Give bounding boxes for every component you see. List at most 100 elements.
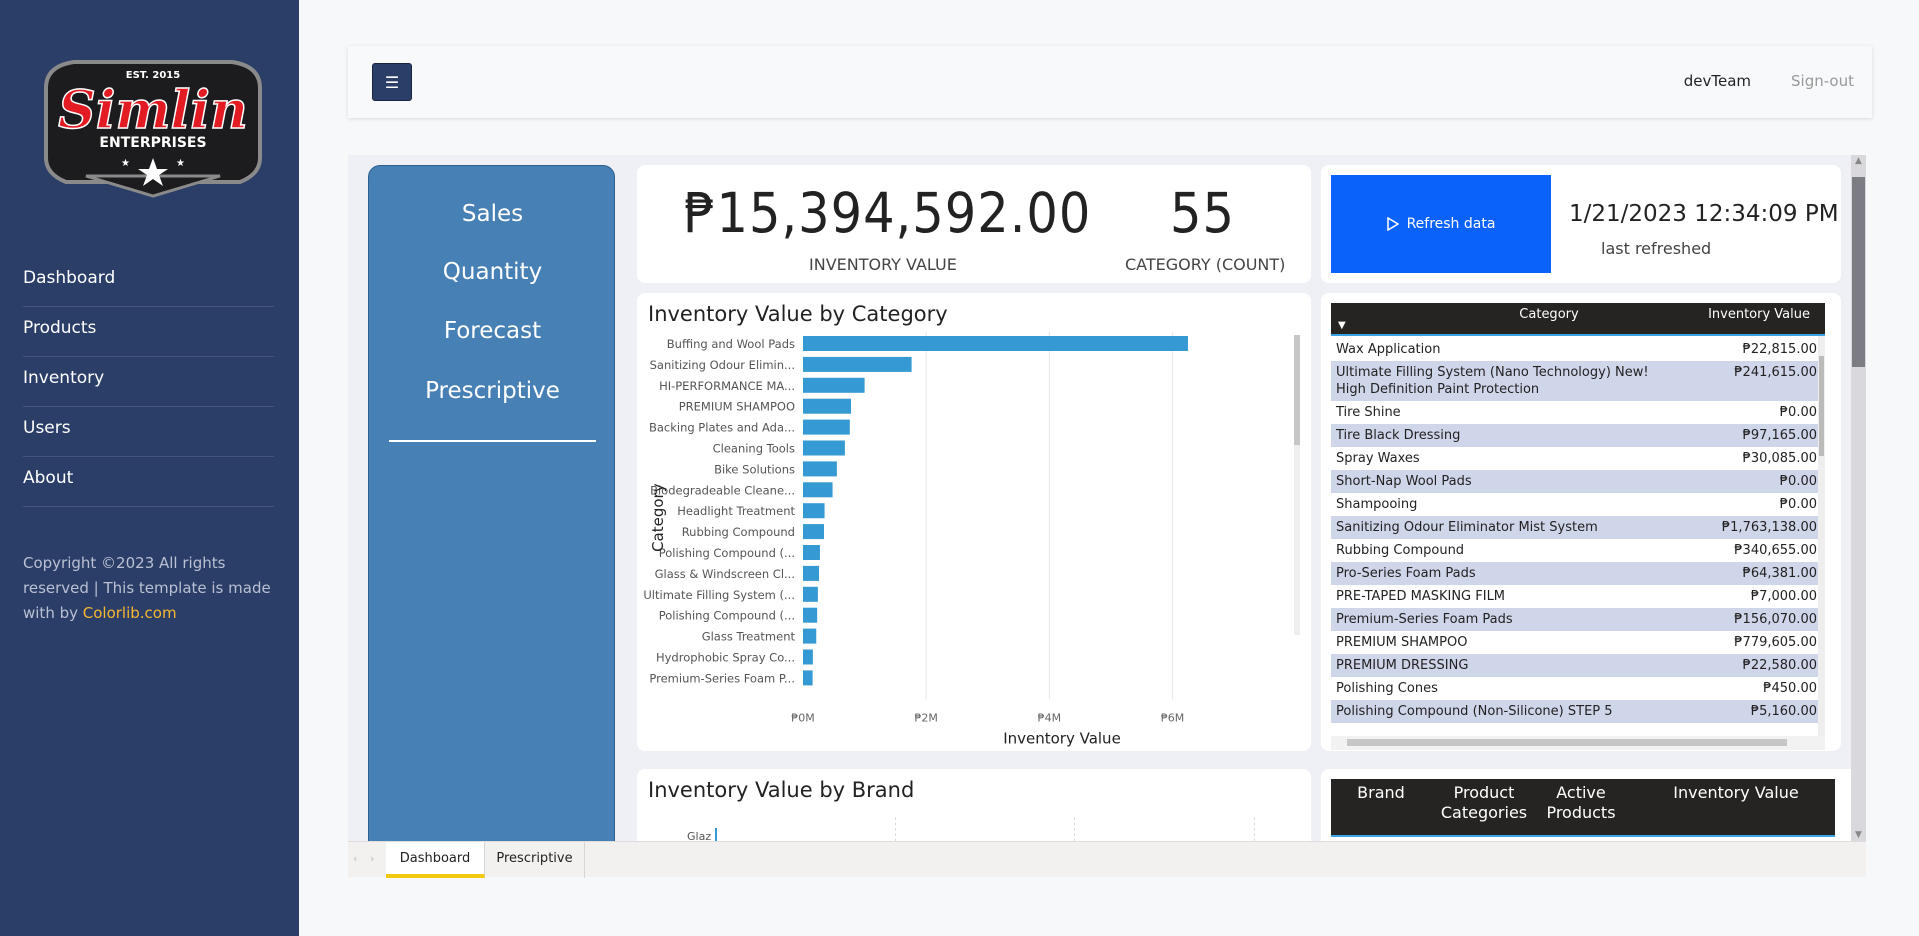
category-label: Premium-Series Foam P... [649,671,795,685]
header-brand-inventory-value[interactable]: Inventory Value [1671,783,1801,803]
table-row[interactable]: PREMIUM SHAMPOO ₱779,605.00 [1331,631,1825,654]
table-row[interactable]: Polishing Cones ₱450.00 [1331,677,1825,700]
sidebar-item-products[interactable]: Products [23,307,274,357]
next-page-icon[interactable]: › [370,852,374,865]
bar [803,461,837,477]
table-row[interactable]: Shampooing ₱0.00 [1331,493,1825,516]
table-row[interactable]: Wax Application ₱22,815.00 [1331,338,1825,361]
report-link-quantity[interactable]: Quantity [369,259,616,285]
table-row[interactable]: PREMIUM DRESSING ₱22,580.00 [1331,654,1825,677]
category-count-label: CATEGORY (COUNT) [1125,255,1286,274]
cell-inventory-value: ₱0.00 [1779,474,1817,489]
sort-down-icon[interactable]: ▼ [1338,320,1346,331]
sidebar-item-users[interactable]: Users [23,407,274,457]
table-row[interactable]: Short-Nap Wool Pads ₱0.00 [1331,470,1825,493]
brand-table-card: Brand Product Categories Active Products… [1321,769,1861,841]
category-label: Backing Plates and Ada... [649,421,795,435]
table-vertical-scrollbar[interactable] [1818,336,1825,736]
play-icon [1386,217,1399,231]
copyright: Copyright ©2023 All rights reserved | Th… [23,551,278,626]
table-row[interactable]: Ultimate Filling System (Nano Technology… [1331,361,1825,401]
category-label: Biodegradeable Cleane... [650,483,795,497]
signout-link[interactable]: Sign-out [1791,72,1854,90]
header-category[interactable]: Category [1451,307,1647,322]
colorlib-link[interactable]: Colorlib.com [83,604,177,622]
page-tab-prescriptive[interactable]: Prescriptive [485,842,585,878]
table-row[interactable]: PRE-TAPED MASKING FILM ₱7,000.00 [1331,585,1825,608]
category-label: Ultimate Filling System (... [643,588,795,602]
category-label: Buffing and Wool Pads [667,337,795,351]
table-row[interactable]: Sanitizing Odour Eliminator Mist System ₱… [1331,516,1825,539]
cell-category: PREMIUM DRESSING [1336,658,1469,673]
category-label: Polishing Compound (... [659,609,795,623]
category-count-kpi: 55 [1170,181,1235,245]
table-row[interactable]: Spray Waxes ₱30,085.00 [1331,447,1825,470]
scroll-up-icon[interactable]: ▲ [1851,155,1866,167]
table-vertical-scrollbar-thumb[interactable] [1819,356,1824,456]
table-horizontal-scrollbar-thumb[interactable] [1347,739,1787,746]
cell-category: Polishing Compound (Non-Silicone) STEP 5 [1336,704,1613,719]
category-label: Glass Treatment [702,630,796,644]
category-table: ▼ Category Inventory Value Wax Applicati… [1331,303,1825,750]
brand-chart-title: Inventory Value by Brand [648,778,915,802]
report-link-forecast[interactable]: Forecast [369,318,616,344]
simlin-logo[interactable]: EST. 2015 Simlin ENTERPRISES ★ ★ [26,48,280,204]
report-link-sales[interactable]: Sales [369,201,616,227]
category-table-header: ▼ Category Inventory Value [1331,303,1825,336]
bar [803,565,820,581]
table-row[interactable]: Rubbing Compound ₱340,655.00 [1331,539,1825,562]
scroll-down-icon[interactable]: ▼ [1851,829,1866,841]
table-row[interactable]: Premium-Series Foam Pads ₱156,070.00 [1331,608,1825,631]
y-axis-label: Category [649,483,667,552]
sidebar-item-about[interactable]: About [23,457,274,507]
page-tab-dashboard[interactable]: Dashboard [386,842,485,878]
brand-gridline [1074,817,1075,841]
chart-scrollbar-thumb[interactable] [1294,335,1300,445]
table-row[interactable]: Tire Shine ₱0.00 [1331,401,1825,424]
sidebar-item-dashboard[interactable]: Dashboard [23,257,274,307]
sidebar: EST. 2015 Simlin ENTERPRISES ★ ★ Dashboa… [0,0,299,936]
cell-category: Sanitizing Odour Eliminator Mist System [1336,520,1598,535]
table-row[interactable]: Polishing Compound (Non-Silicone) STEP 5… [1331,700,1825,723]
bar [803,482,833,498]
bar [803,377,865,393]
header-inventory-value[interactable]: Inventory Value [1708,307,1810,322]
cell-inventory-value: ₱1,763,138.00 [1721,520,1817,535]
logo-name: Simlin [58,80,248,141]
category-label: Hydrophobic Spray Co... [656,651,795,665]
header-active-products[interactable]: Active Products [1541,783,1621,823]
cell-category: Shampooing [1336,497,1418,512]
category-label: Cleaning Tools [713,442,795,456]
report-link-prescriptive[interactable]: Prescriptive [369,378,616,404]
x-tick-label: ₱0M [791,711,815,724]
refresh-data-button[interactable]: Refresh data [1331,175,1551,273]
bar [803,336,1188,351]
small-star-icon: ★ [121,158,130,169]
kpi-card: ₱15,394,592.00 INVENTORY VALUE 55 CATEGO… [637,165,1311,283]
brand-bar [715,828,717,841]
cell-category: Ultimate Filling System (Nano Technology… [1336,365,1649,397]
category-label: Bike Solutions [714,462,795,476]
table-row[interactable]: Pro-Series Foam Pads ₱64,381.00 [1331,562,1825,585]
report-vertical-scrollbar[interactable]: ▲ ▼ [1851,155,1866,841]
cell-category: Short-Nap Wool Pads [1336,474,1472,489]
brand-chart-card: Inventory Value by Brand Glaz [637,769,1311,841]
topbar: ☰ devTeam Sign-out [348,46,1872,118]
header-product-categories[interactable]: Product Categories [1439,783,1529,823]
x-axis-label: Inventory Value [1003,729,1121,747]
bar [803,607,818,623]
chart-scrollbar[interactable] [1294,335,1300,635]
header-brand[interactable]: Brand [1351,783,1411,803]
bar [803,628,817,644]
menu-toggle-button[interactable]: ☰ [372,63,412,101]
category-label: Glass & Windscreen Cl... [655,567,795,581]
report-nav-panel: Sales Quantity Forecast Prescriptive [368,165,615,841]
nav-divider [389,440,596,442]
bar [803,649,813,665]
table-horizontal-scrollbar[interactable] [1331,736,1825,750]
category-table-card: ▼ Category Inventory Value Wax Applicati… [1321,293,1841,751]
prev-page-icon[interactable]: ‹ [353,852,357,865]
sidebar-item-inventory[interactable]: Inventory [23,357,274,407]
table-row[interactable]: Tire Black Dressing ₱97,165.00 [1331,424,1825,447]
report-scrollbar-thumb[interactable] [1852,177,1865,367]
